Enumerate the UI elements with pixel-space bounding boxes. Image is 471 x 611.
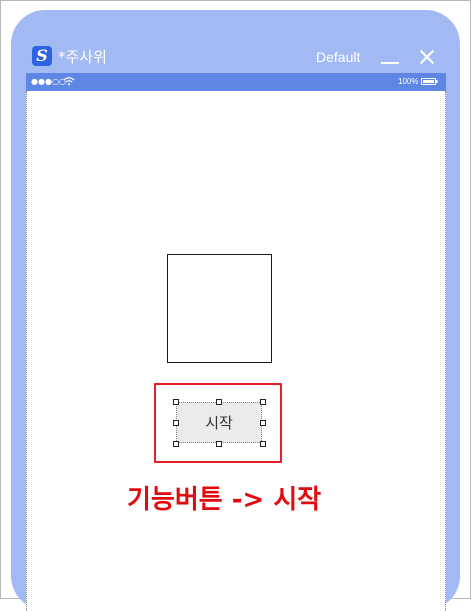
window-title: *주사위	[58, 48, 107, 66]
battery-icon	[421, 78, 438, 85]
start-button[interactable]: 시작	[176, 402, 262, 443]
wifi-icon	[63, 77, 75, 86]
resize-handle[interactable]	[260, 399, 266, 405]
resize-handle[interactable]	[216, 441, 222, 447]
resize-handle[interactable]	[260, 441, 266, 447]
preset-selector[interactable]: Default	[316, 48, 360, 66]
battery-percent: 100%	[398, 77, 419, 86]
resize-handle[interactable]	[216, 399, 222, 405]
phone-status-bar: ●●●○○ 100%	[26, 73, 446, 91]
close-icon[interactable]	[417, 47, 437, 67]
resize-handle[interactable]	[173, 441, 179, 447]
resize-handle[interactable]	[173, 420, 179, 426]
app-logo-icon: S	[32, 46, 52, 66]
minimize-icon[interactable]	[380, 50, 400, 66]
resize-handle[interactable]	[173, 399, 179, 405]
resize-handle[interactable]	[260, 420, 266, 426]
signal-strength-icon: ●●●○○	[31, 77, 66, 86]
annotation-text: 기능버튼 -> 시작	[127, 485, 322, 515]
image-placeholder[interactable]	[167, 254, 272, 363]
